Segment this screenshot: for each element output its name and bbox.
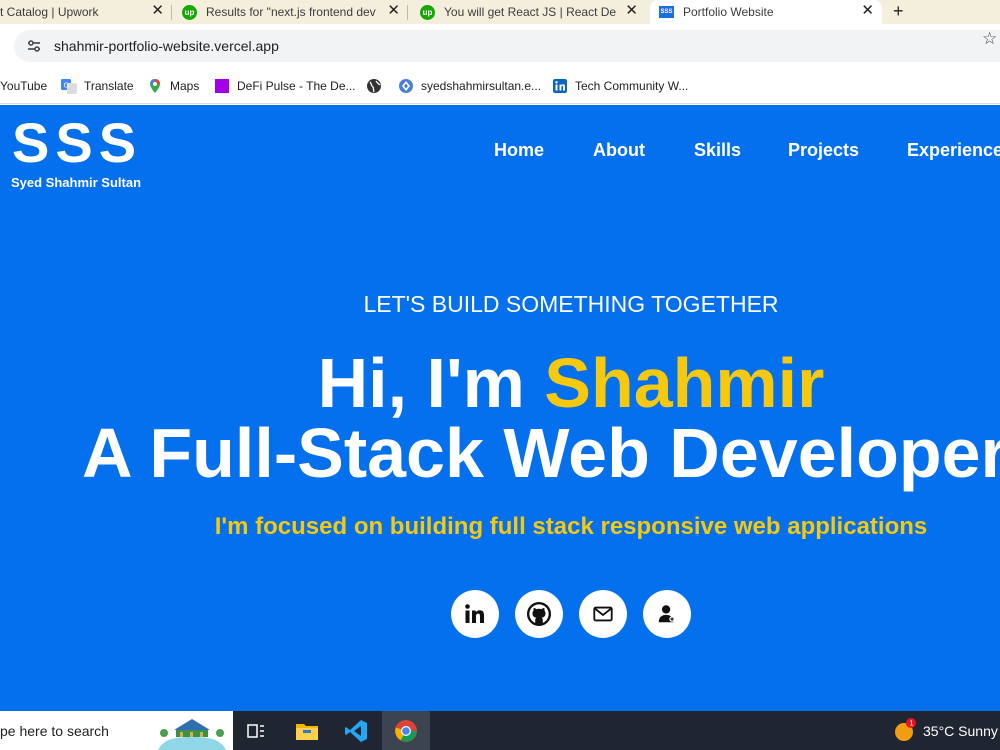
nav-skills[interactable]: Skills bbox=[694, 140, 741, 161]
globe-icon bbox=[366, 78, 382, 94]
linkedin-icon bbox=[465, 604, 484, 623]
bookmarks-bar: YouTube G Translate Maps DeFi Pulse - Th… bbox=[0, 68, 1000, 104]
nav-experience[interactable]: Experience bbox=[907, 140, 1000, 161]
hero-name: Shahmir bbox=[544, 344, 825, 422]
portfolio-page: SSS Syed Shahmir Sultan Home About Skill… bbox=[0, 105, 1000, 711]
vscode-icon[interactable] bbox=[340, 715, 372, 747]
email-button[interactable] bbox=[579, 590, 627, 638]
bookmark-youtube[interactable]: YouTube bbox=[0, 77, 47, 95]
tab-close-icon[interactable]: ✕ bbox=[151, 3, 164, 19]
hero-role: A Full-Stack Web Developer bbox=[82, 414, 1000, 492]
upwork-icon: up bbox=[420, 4, 435, 20]
weather-text: 35°C Sunny bbox=[923, 723, 998, 739]
site-logo[interactable]: SSS bbox=[12, 111, 142, 175]
notification-badge: 1 bbox=[909, 720, 913, 728]
contact-icon bbox=[658, 605, 675, 623]
defi-pulse-icon bbox=[214, 78, 230, 94]
hero-tagline: I'm focused on building full stack respo… bbox=[214, 513, 928, 540]
tab-title: You will get React JS | React Dev bbox=[444, 5, 616, 19]
weather-sun-icon[interactable]: 1 bbox=[889, 715, 921, 747]
nav-about[interactable]: About bbox=[593, 140, 645, 161]
tab-strip: t Catalog | Upwork ✕ up Results for "nex… bbox=[0, 0, 1000, 24]
contact-button[interactable] bbox=[643, 590, 691, 638]
bookmark-syedshahmirsultan[interactable]: syedshahmirsultan.e... bbox=[398, 77, 541, 95]
taskbar-search[interactable]: pe here to search bbox=[0, 711, 233, 750]
browser-toolbar: shahmir-portfolio-website.vercel.app ☆ bbox=[0, 24, 1000, 68]
bookmark-defi-pulse[interactable]: DeFi Pulse - The De... bbox=[214, 77, 356, 95]
address-bar[interactable]: shahmir-portfolio-website.vercel.app bbox=[14, 30, 1000, 62]
tab-title: Results for "next.js frontend dev bbox=[206, 5, 376, 19]
url-text: shahmir-portfolio-website.vercel.app bbox=[54, 38, 279, 54]
svg-text:G: G bbox=[64, 82, 69, 90]
search-highlight-illustration-icon bbox=[158, 719, 226, 750]
site-info-icon[interactable] bbox=[22, 34, 46, 58]
tab-upwork-react[interactable]: up You will get React JS | React Dev ✕ bbox=[408, 0, 646, 24]
nav-home[interactable]: Home bbox=[494, 140, 544, 161]
github-icon bbox=[526, 601, 552, 627]
bookmark-star-icon[interactable]: ☆ bbox=[982, 29, 997, 49]
maps-icon bbox=[147, 78, 163, 94]
tab-portfolio-website[interactable]: SSS Portfolio Website ✕ bbox=[650, 0, 882, 24]
bookmark-globe[interactable] bbox=[366, 77, 389, 95]
tab-title: t Catalog | Upwork bbox=[0, 5, 99, 19]
site-owner-name: Syed Shahmir Sultan bbox=[11, 175, 142, 190]
taskbar: pe here to search 1 35°C Sunny bbox=[0, 711, 1000, 750]
bookmark-label: Tech Community W... bbox=[575, 79, 689, 93]
file-explorer-icon[interactable] bbox=[291, 715, 323, 747]
bookmark-maps[interactable]: Maps bbox=[147, 77, 199, 95]
bookmark-label: Maps bbox=[170, 79, 200, 93]
hero-eyebrow: LET'S BUILD SOMETHING TOGETHER bbox=[363, 291, 779, 317]
tab-close-icon[interactable]: ✕ bbox=[861, 3, 874, 19]
tab-upwork-results[interactable]: up Results for "next.js frontend dev ✕ bbox=[172, 0, 408, 24]
mail-icon bbox=[593, 606, 613, 622]
linkedin-button[interactable] bbox=[451, 590, 499, 638]
new-tab-button[interactable]: + bbox=[893, 1, 904, 21]
upwork-icon: up bbox=[182, 4, 197, 20]
bookmark-label: Translate bbox=[84, 79, 134, 93]
chrome-icon[interactable] bbox=[390, 715, 422, 747]
tab-close-icon[interactable]: ✕ bbox=[387, 3, 400, 19]
nav-projects[interactable]: Projects bbox=[788, 140, 859, 161]
github-button[interactable] bbox=[515, 590, 563, 638]
bookmark-label: YouTube bbox=[0, 79, 48, 93]
bookmark-label: syedshahmirsultan.e... bbox=[421, 79, 542, 93]
web-icon bbox=[398, 78, 414, 94]
tab-close-icon[interactable]: ✕ bbox=[625, 3, 638, 19]
linkedin-icon bbox=[552, 78, 568, 94]
hero-greeting-text: Hi, I'm bbox=[317, 344, 545, 422]
tab-title: Portfolio Website bbox=[683, 5, 774, 19]
hero-greeting: Hi, I'm Shahmir bbox=[0, 343, 1000, 423]
tab-upwork-catalog[interactable]: t Catalog | Upwork ✕ bbox=[0, 0, 172, 24]
bookmark-label: DeFi Pulse - The De... bbox=[237, 79, 356, 93]
bookmark-translate[interactable]: G Translate bbox=[61, 77, 134, 95]
search-placeholder: pe here to search bbox=[0, 723, 109, 739]
bookmark-tech-community[interactable]: Tech Community W... bbox=[552, 77, 688, 95]
translate-icon: G bbox=[61, 78, 77, 94]
task-view-icon[interactable] bbox=[240, 715, 272, 747]
sss-favicon: SSS bbox=[659, 6, 674, 18]
